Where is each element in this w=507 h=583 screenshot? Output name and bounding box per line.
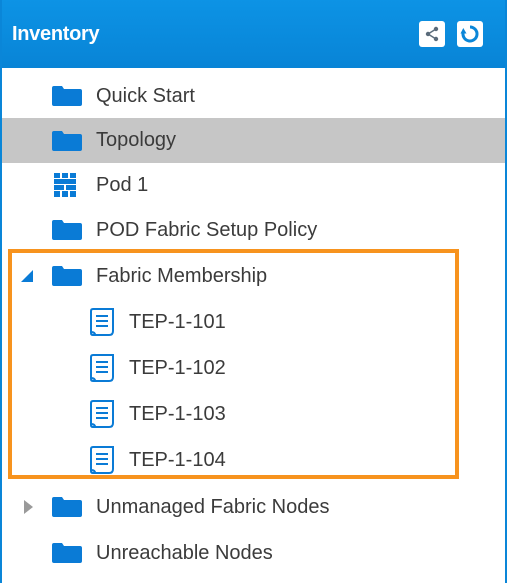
folder-icon [52, 130, 82, 151]
tree-item-unmanaged-fabric-nodes[interactable]: Unmanaged Fabric Nodes [2, 484, 505, 530]
refresh-icon [460, 25, 479, 43]
tree-item-label: Unmanaged Fabric Nodes [96, 495, 330, 518]
document-icon [90, 400, 114, 428]
folder-icon [52, 543, 82, 563]
tree-item-label: Topology [96, 129, 177, 151]
tree-item-label: Quick Start [96, 84, 195, 107]
panel-header: Inventory [2, 0, 505, 68]
tree-item-tep-1-104[interactable]: TEP-1-104 [2, 437, 505, 483]
expanded-triangle-icon[interactable] [21, 270, 33, 282]
share-network-icon [425, 26, 439, 42]
tree-item-label: Unreachable Nodes [96, 541, 273, 564]
panel-title: Inventory [12, 22, 100, 45]
folder-icon [52, 497, 82, 517]
refresh-button[interactable] [457, 21, 483, 47]
collapsed-triangle-icon[interactable] [24, 500, 33, 514]
pod-grid-icon [54, 173, 76, 197]
inventory-panel: Inventory Quick Start Topology Pod 1 POD… [0, 0, 507, 583]
document-icon [90, 354, 114, 382]
tree-item-label: TEP-1-102 [129, 356, 226, 379]
tree-item-topology[interactable]: Topology [2, 118, 505, 163]
tree-item-label: Pod 1 [96, 173, 149, 196]
tree-item-unreachable-nodes[interactable]: Unreachable Nodes [2, 530, 505, 576]
tree-item-quick-start[interactable]: Quick Start [2, 74, 505, 118]
tree-item-tep-1-103[interactable]: TEP-1-103 [2, 391, 505, 437]
tree-item-label: TEP-1-103 [129, 402, 226, 425]
tree-item-label: TEP-1-104 [129, 448, 226, 471]
tree-item-label: TEP-1-101 [129, 310, 226, 333]
document-icon [90, 446, 114, 474]
tree-item-label: POD Fabric Setup Policy [96, 218, 318, 241]
document-icon [90, 308, 114, 336]
folder-icon [52, 86, 82, 106]
tree-item-pod-fabric-setup-policy[interactable]: POD Fabric Setup Policy [2, 207, 505, 253]
tree-item-tep-1-102[interactable]: TEP-1-102 [2, 345, 505, 391]
folder-icon [52, 266, 82, 286]
tree-item-fabric-membership[interactable]: Fabric Membership [2, 253, 505, 299]
folder-icon [52, 220, 82, 240]
tree-item-tep-1-101[interactable]: TEP-1-101 [2, 299, 505, 345]
tree-item-pod-1[interactable]: Pod 1 [2, 163, 505, 207]
tree-item-label: Fabric Membership [96, 264, 268, 287]
share-network-button[interactable] [419, 21, 445, 47]
